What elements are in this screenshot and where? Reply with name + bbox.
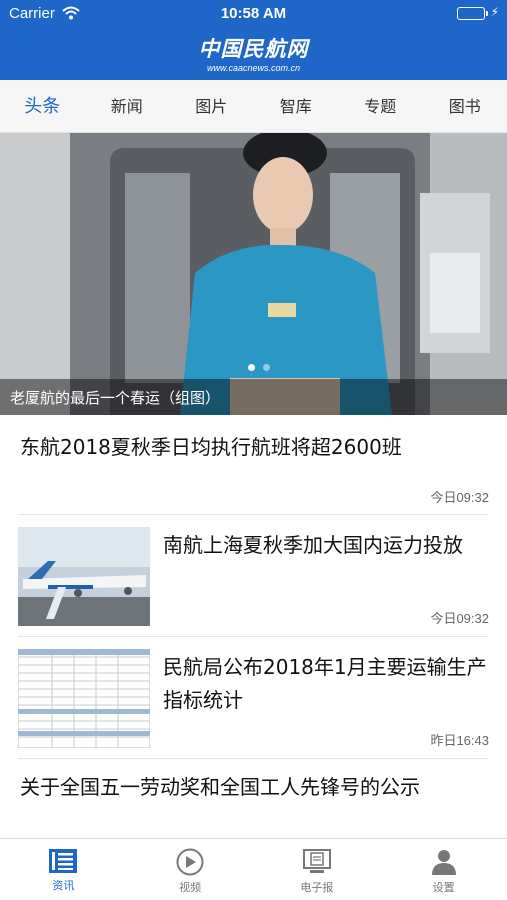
news-title: 南航上海夏秋季加大国内运力投放 xyxy=(163,533,463,557)
news-item[interactable]: 关于全国五一劳动奖和全国工人先锋号的公示 xyxy=(18,759,489,839)
tab-news[interactable]: 新闻 xyxy=(85,80,170,132)
logo-subtitle: www.caacnews.com.cn xyxy=(206,63,301,73)
news-time: 今日09:32 xyxy=(430,490,489,505)
nav-e-paper-label: 电子报 xyxy=(300,881,334,894)
user-icon xyxy=(431,850,456,875)
hero-caption-bar: 老厦航的最后一个春运（组图） xyxy=(0,379,507,415)
news-thumbnail xyxy=(18,527,150,626)
hero-photo xyxy=(0,133,507,415)
site-logo: 中国民航网 www.caacnews.com.cn xyxy=(0,33,507,73)
news-title: 民航局公布2018年1月主要运输生产指标统计 xyxy=(163,655,487,712)
newspaper-icon xyxy=(302,849,331,873)
bottom-nav: 资讯 视频 电子报 设置 xyxy=(0,838,507,900)
category-tabs: 头条 新闻 图片 智库 专题 图书 xyxy=(0,80,507,133)
carousel-dot[interactable] xyxy=(248,364,255,371)
nav-e-paper[interactable]: 电子报 xyxy=(254,839,381,900)
battery-icon xyxy=(457,7,488,20)
nav-video-label: 视频 xyxy=(179,881,202,894)
nav-settings[interactable]: 设置 xyxy=(380,839,507,900)
tab-think-tank[interactable]: 智库 xyxy=(254,80,339,132)
news-time: 昨日16:43 xyxy=(430,733,489,748)
nav-news-label: 资讯 xyxy=(52,879,75,892)
logo-title: 中国民航网 xyxy=(198,37,309,61)
news-item[interactable]: 南航上海夏秋季加大国内运力投放 今日09:32 xyxy=(18,515,489,637)
news-title: 关于全国五一劳动奖和全国工人先锋号的公示 xyxy=(20,775,420,799)
tab-books[interactable]: 图书 xyxy=(423,80,507,132)
nav-settings-label: 设置 xyxy=(432,881,455,894)
charging-icon: ⚡ xyxy=(490,5,499,19)
hero-carousel[interactable]: 老厦航的最后一个春运（组图） xyxy=(0,133,507,415)
news-item[interactable]: 民航局公布2018年1月主要运输生产指标统计 昨日16:43 xyxy=(18,637,489,759)
play-icon xyxy=(176,848,204,876)
app-header: Carrier 10:58 AM ⚡ 中国民航网 www.caacnews.co… xyxy=(0,0,507,80)
nav-news[interactable]: 资讯 xyxy=(0,839,127,900)
tab-pictures[interactable]: 图片 xyxy=(169,80,254,132)
nav-video[interactable]: 视频 xyxy=(127,839,254,900)
news-icon xyxy=(49,849,78,873)
hero-caption[interactable]: 老厦航的最后一个春运（组图） xyxy=(10,387,220,408)
carousel-dot[interactable] xyxy=(263,364,270,371)
status-time: 10:58 AM xyxy=(220,5,287,22)
news-thumbnail xyxy=(18,649,150,748)
status-bar: Carrier 10:58 AM ⚡ xyxy=(0,0,507,28)
tab-topics[interactable]: 专题 xyxy=(338,80,423,132)
news-title: 东航2018夏秋季日均执行航班将超2600班 xyxy=(20,435,402,459)
carousel-dots[interactable] xyxy=(248,364,270,371)
news-time: 今日09:32 xyxy=(430,611,489,626)
tab-headlines[interactable]: 头条 xyxy=(0,80,85,132)
news-item[interactable]: 东航2018夏秋季日均执行航班将超2600班 今日09:32 xyxy=(18,415,489,515)
news-list: 东航2018夏秋季日均执行航班将超2600班 今日09:32 南航上海夏秋季加大… xyxy=(0,415,507,839)
